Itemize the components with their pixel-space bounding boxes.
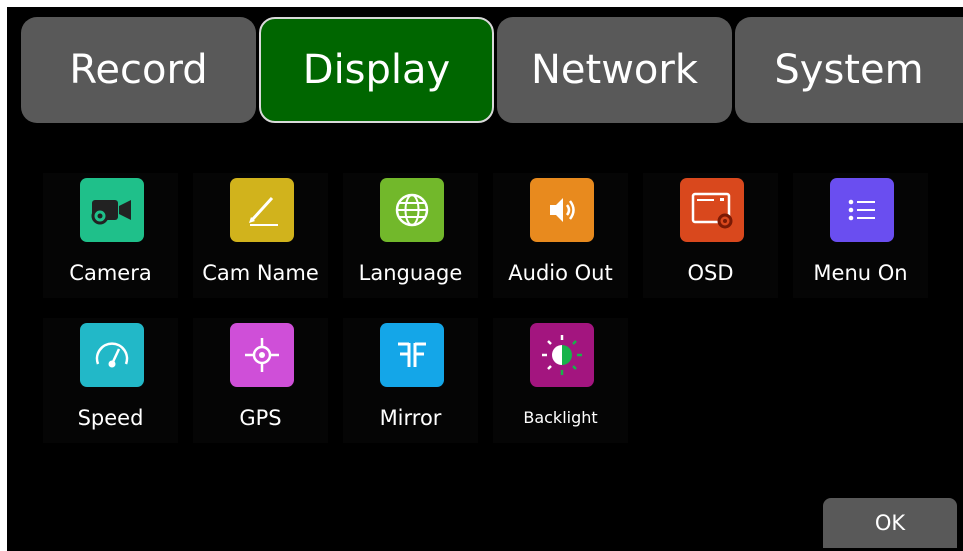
osd-item[interactable]: OSD <box>643 173 778 298</box>
globe-icon <box>380 178 444 242</box>
audio-out-item[interactable]: Audio Out <box>493 173 628 298</box>
list-icon <box>830 178 894 242</box>
pencil-icon <box>230 178 294 242</box>
tab-system[interactable]: System <box>735 17 963 123</box>
tab-network-label: Network <box>530 47 698 93</box>
gps-label: GPS <box>239 406 282 430</box>
tab-record-label: Record <box>69 47 208 93</box>
screen-gear-icon <box>680 178 744 242</box>
language-label: Language <box>358 261 463 285</box>
osd-label: OSD <box>687 261 734 285</box>
tab-system-label: System <box>774 47 924 93</box>
gps-item[interactable]: GPS <box>193 318 328 443</box>
crosshair-icon <box>230 323 294 387</box>
menu-on-label: Menu On <box>813 261 908 285</box>
tab-record[interactable]: Record <box>21 17 256 123</box>
ok-button-label: OK <box>874 511 906 535</box>
mirror-label: Mirror <box>379 406 442 430</box>
speaker-icon <box>530 178 594 242</box>
settings-screen: Record Display Network System Camera Cam… <box>7 7 963 551</box>
language-item[interactable]: Language <box>343 173 478 298</box>
brightness-icon <box>530 323 594 387</box>
camera-label: Camera <box>69 261 152 285</box>
audio-out-label: Audio Out <box>508 261 613 285</box>
camera-gear-icon <box>80 178 144 242</box>
menu-on-item[interactable]: Menu On <box>793 173 928 298</box>
cam-name-item[interactable]: Cam Name <box>193 173 328 298</box>
mirror-f-icon <box>380 323 444 387</box>
tab-network[interactable]: Network <box>497 17 732 123</box>
speed-item[interactable]: Speed <box>43 318 178 443</box>
speedometer-icon <box>80 323 144 387</box>
tab-display[interactable]: Display <box>259 17 494 123</box>
backlight-label: Backlight <box>523 408 598 427</box>
camera-item[interactable]: Camera <box>43 173 178 298</box>
speed-label: Speed <box>77 406 144 430</box>
mirror-item[interactable]: Mirror <box>343 318 478 443</box>
backlight-item[interactable]: Backlight <box>493 318 628 443</box>
tab-display-label: Display <box>302 47 451 93</box>
cam-name-label: Cam Name <box>202 261 319 285</box>
ok-button[interactable]: OK <box>823 498 957 548</box>
